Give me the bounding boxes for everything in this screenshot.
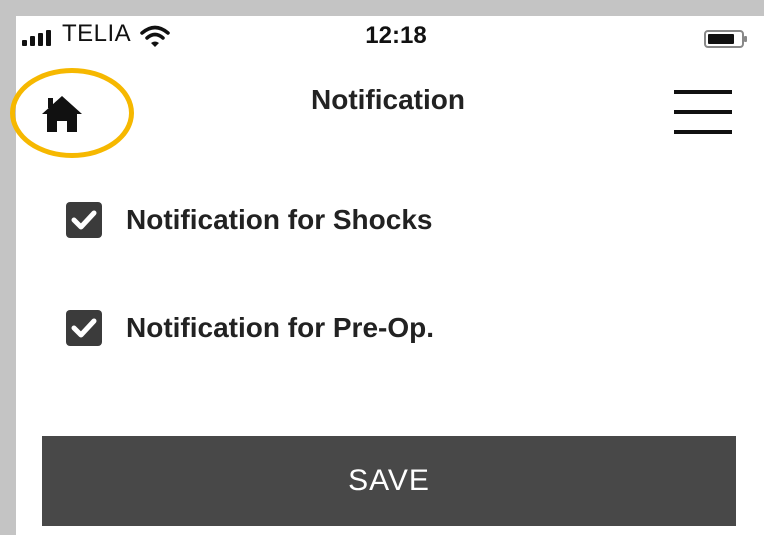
carrier-name: TELIA (62, 20, 132, 47)
clock-time: 12:18 (365, 22, 427, 49)
frame-border-top (0, 0, 764, 16)
home-button[interactable] (10, 68, 142, 160)
pre-op-label: Notification for Pre-Op. (126, 312, 434, 343)
option-shocks: Notification for Shocks (66, 200, 666, 240)
option-pre-op: Notification for Pre-Op. (66, 308, 666, 348)
status-bar: TELIA 12:18 (16, 16, 764, 56)
content-area: TELIA 12:18 Notification Notification fo… (10, 16, 764, 535)
wifi-icon (140, 25, 170, 47)
page-title: Notification (311, 84, 465, 115)
shocks-checkbox[interactable] (66, 202, 102, 238)
hamburger-menu-icon[interactable] (674, 90, 732, 136)
checkmark-icon (71, 318, 97, 338)
header-bar: Notification (10, 64, 764, 158)
app-screen: TELIA 12:18 Notification Notification fo… (0, 0, 764, 535)
home-icon (42, 96, 82, 132)
save-button[interactable]: SAVE (42, 436, 736, 526)
checkmark-icon (71, 210, 97, 230)
battery-icon (704, 30, 747, 48)
shocks-label: Notification for Shocks (126, 204, 433, 235)
pre-op-checkbox[interactable] (66, 310, 102, 346)
signal-strength-icon (22, 30, 58, 46)
